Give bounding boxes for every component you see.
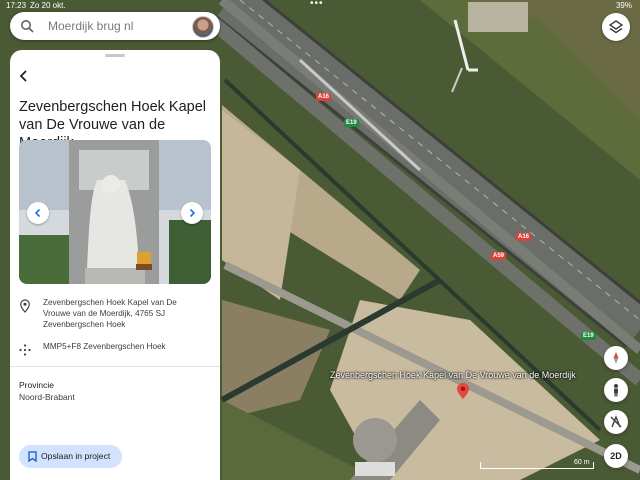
photo-next-button[interactable] — [181, 202, 203, 224]
bookmark-icon — [28, 451, 37, 462]
chevron-left-icon — [34, 208, 41, 218]
search-icon[interactable] — [20, 19, 34, 33]
compass-button[interactable] — [604, 346, 628, 370]
layers-button[interactable] — [602, 13, 630, 41]
location-pin-icon — [20, 299, 30, 313]
plus-code-icon — [19, 344, 31, 356]
status-date: Zo 20 okt. — [30, 1, 66, 10]
place-photo[interactable] — [19, 140, 211, 284]
plus-code: MMP5+F8 Zevenbergschen Hoek — [43, 342, 166, 351]
province-label: Provincie — [19, 380, 54, 390]
section-divider — [10, 366, 220, 367]
tilt-toggle-button[interactable] — [604, 410, 628, 434]
map-scale-label: 60 m — [574, 459, 590, 466]
pegman-icon — [614, 384, 618, 397]
province-value: Noord-Brabant — [19, 392, 75, 402]
map-place-label[interactable]: Zevenbergschen Hoek Kapel van De Vrouwe … — [330, 370, 576, 380]
chevron-right-icon — [189, 208, 196, 218]
no-tilt-icon — [610, 415, 622, 428]
road-label-e19-2: E19 — [581, 332, 596, 340]
back-arrow-icon[interactable] — [16, 68, 32, 84]
multitasking-dots[interactable]: ••• — [310, 0, 324, 9]
search-bar[interactable]: Moerdijk brug nl — [10, 12, 220, 40]
road-label-a16: A16 — [316, 93, 332, 101]
avatar[interactable] — [192, 16, 214, 38]
status-time: 17:23 — [6, 1, 27, 10]
map-pin-icon[interactable] — [457, 383, 469, 399]
compass-icon — [613, 352, 619, 364]
pegman-button[interactable] — [604, 378, 628, 402]
address-line-1: Zevenbergschen Hoek Kapel van De — [43, 298, 177, 307]
place-panel: Zevenbergschen Hoek Kapel van De Vrouwe … — [10, 50, 220, 480]
search-input[interactable]: Moerdijk brug nl — [48, 19, 133, 33]
layers-icon — [608, 20, 624, 34]
plus-code-row[interactable]: MMP5+F8 Zevenbergschen Hoek — [19, 341, 215, 356]
save-to-project-button[interactable]: Opslaan in project — [19, 445, 122, 468]
address-line-2: Vrouwe van de Moerdijk, 4765 SJ — [43, 309, 166, 318]
road-label-e19: E19 — [344, 119, 359, 127]
road-label-a16-2: A16 — [516, 233, 532, 241]
save-to-project-label: Opslaan in project — [41, 451, 111, 461]
status-battery: 39% — [615, 1, 632, 10]
2d-mode-button[interactable]: 2D — [604, 444, 628, 468]
photo-prev-button[interactable] — [27, 202, 49, 224]
road-label-a59: A59 — [491, 252, 507, 260]
address-line-3: Zevenbergschen Hoek — [43, 320, 126, 329]
drag-handle[interactable] — [105, 54, 125, 57]
address-row[interactable]: Zevenbergschen Hoek Kapel van De Vrouwe … — [19, 297, 215, 333]
